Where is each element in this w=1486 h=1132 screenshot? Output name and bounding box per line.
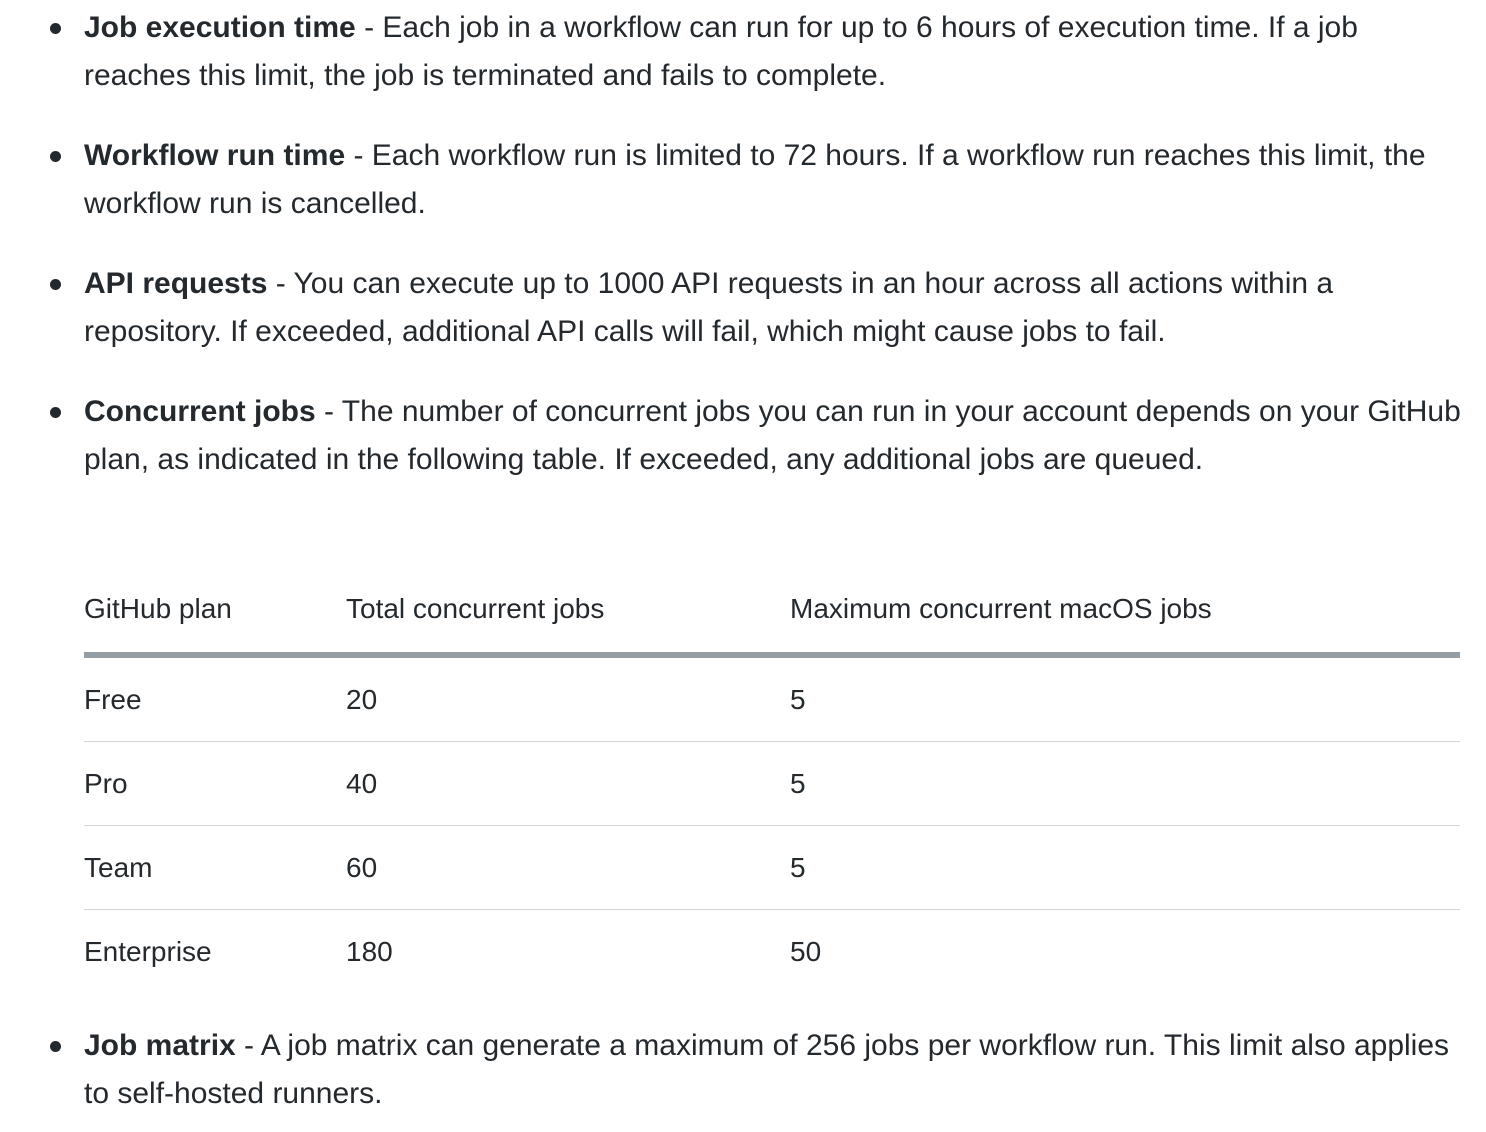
cell-total-jobs: 40 [346, 741, 790, 826]
bullet-icon [50, 279, 61, 290]
table-row: Pro 40 5 [84, 741, 1460, 826]
term-label: API requests [84, 267, 268, 300]
list-item-job-execution-time: Job execution time - Each job in a workf… [0, 4, 1486, 100]
cell-total-jobs: 60 [346, 825, 790, 910]
term-label: Workflow run time [84, 139, 346, 172]
list-item-concurrent-jobs: Concurrent jobs - The number of concurre… [0, 388, 1486, 484]
bullet-icon [50, 151, 61, 162]
column-header-max-macos-jobs: Maximum concurrent macOS jobs [790, 566, 1460, 658]
cell-macos-jobs: 5 [790, 825, 1460, 910]
bullet-icon [50, 1041, 61, 1052]
cell-macos-jobs: 5 [790, 655, 1460, 742]
cell-plan: Enterprise [84, 935, 212, 967]
cell-total-jobs: 20 [346, 655, 790, 742]
table-row: Enterprise 180 50 [84, 910, 1460, 994]
cell-plan: Free [84, 655, 346, 742]
bullet-icon [50, 407, 61, 418]
cell-plan: Team [84, 825, 346, 910]
term-label: Job execution time [84, 11, 356, 44]
cell-macos-jobs: 5 [790, 741, 1460, 826]
term-description: - A job matrix can generate a maximum of… [84, 1029, 1450, 1110]
table-row: Team 60 5 [84, 825, 1460, 910]
concurrent-jobs-table: GitHub plan Total concurrent jobs Maximu… [84, 566, 1460, 993]
list-item-job-matrix: Job matrix - A job matrix can generate a… [0, 1022, 1486, 1118]
bullet-icon [50, 23, 61, 34]
column-header-total-concurrent-jobs: Total concurrent jobs [346, 566, 790, 658]
term-description: - You can execute up to 1000 API request… [84, 267, 1334, 348]
table-row: Free 20 5 [84, 655, 1460, 742]
list-item-api-requests: API requests - You can execute up to 100… [0, 260, 1486, 356]
cell-total-jobs: 180 [346, 935, 393, 967]
column-header-github-plan: GitHub plan [84, 566, 346, 658]
cell-macos-jobs: 50 [790, 935, 822, 967]
list-item-workflow-run-time: Workflow run time - Each workflow run is… [0, 132, 1486, 228]
term-label: Concurrent jobs [84, 395, 316, 428]
term-label: Job matrix [84, 1029, 236, 1062]
table-header-row: GitHub plan Total concurrent jobs Maximu… [84, 566, 1460, 658]
cell-plan: Pro [84, 741, 346, 826]
